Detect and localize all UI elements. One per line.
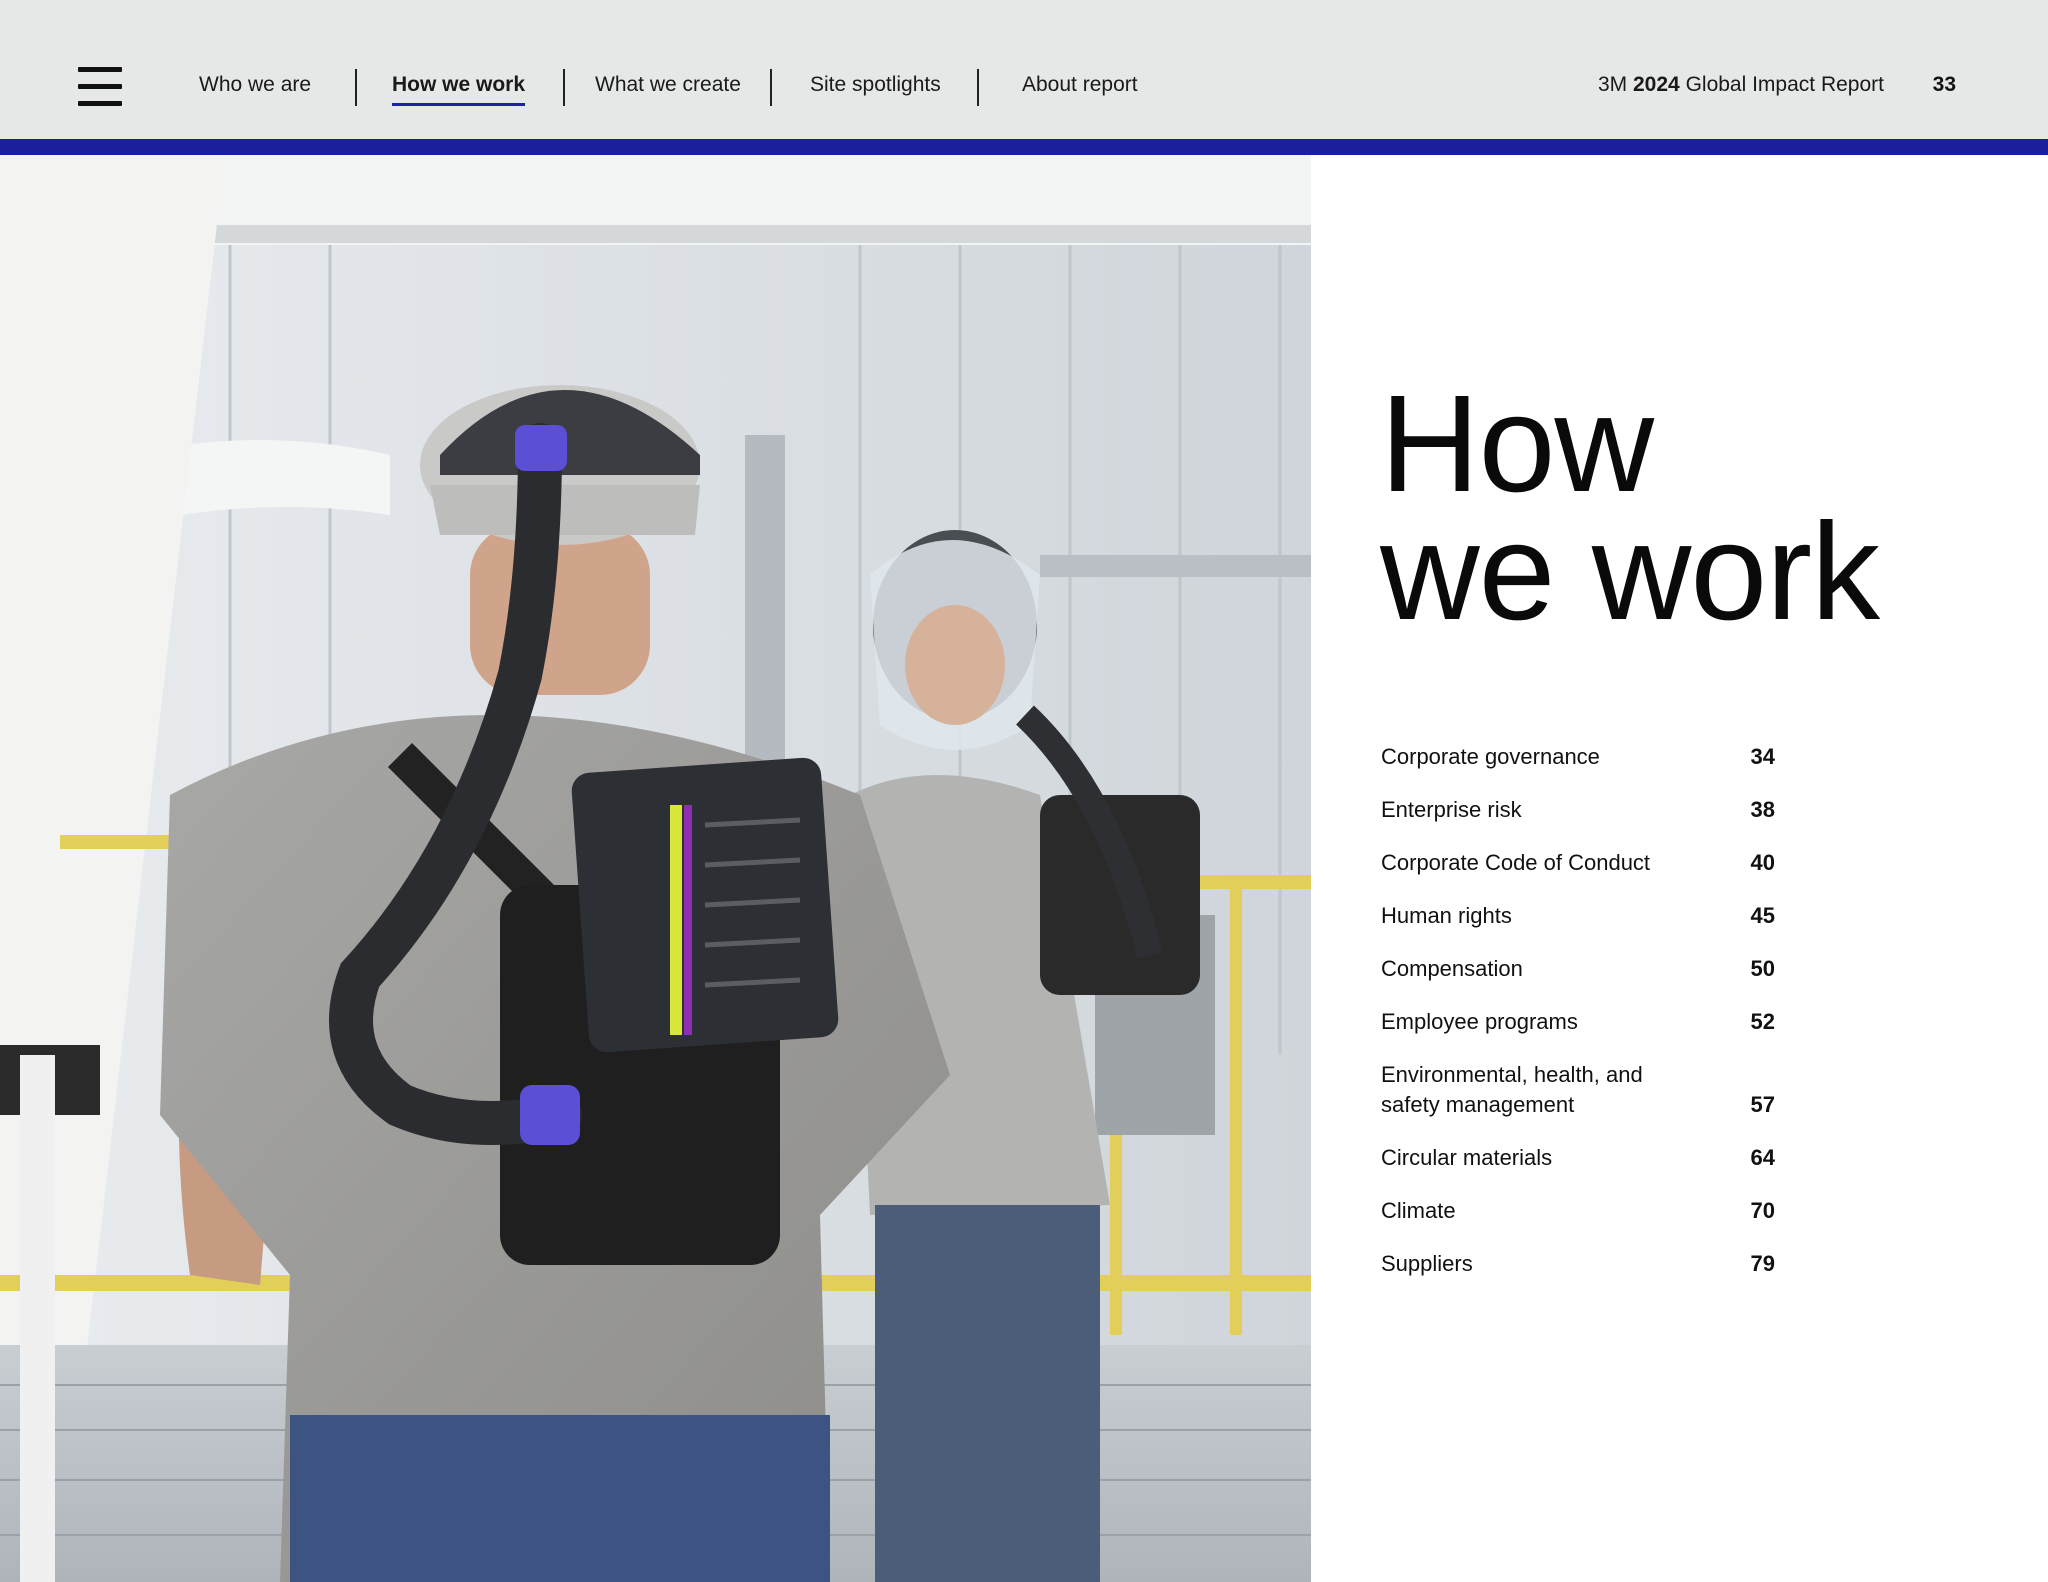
toc-item-label: Climate	[1381, 1198, 1456, 1223]
toc-item-page: 50	[1750, 956, 1775, 981]
workers-photo	[0, 155, 1311, 1582]
toc-item-page: 52	[1750, 1009, 1775, 1034]
toc-item-page: 45	[1750, 903, 1775, 928]
toc-item-code-of-conduct[interactable]: Corporate Code of Conduct 40	[1381, 848, 1801, 878]
toc-item-label: Employee programs	[1381, 1009, 1578, 1034]
nav-divider	[355, 69, 357, 106]
toc-item-employee-programs[interactable]: Employee programs 52	[1381, 1007, 1801, 1037]
nav-about-report[interactable]: About report	[1022, 70, 1138, 100]
toc-item-suppliers[interactable]: Suppliers 79	[1381, 1249, 1801, 1279]
active-nav-underline	[392, 103, 526, 106]
nav-how-we-work-label: How we work	[392, 73, 526, 96]
nav-what-we-create[interactable]: What we create	[595, 70, 741, 100]
toc-item-climate[interactable]: Climate 70	[1381, 1196, 1801, 1226]
toc-item-human-rights[interactable]: Human rights 45	[1381, 901, 1801, 931]
toc-item-page: 34	[1750, 744, 1775, 769]
toc-item-compensation[interactable]: Compensation 50	[1381, 954, 1801, 984]
section-title-line1: How	[1380, 367, 1654, 521]
table-of-contents: Corporate governance 34 Enterprise risk …	[1381, 742, 1801, 1302]
nav-who-we-are[interactable]: Who we are	[199, 70, 311, 100]
toc-item-label: Compensation	[1381, 956, 1523, 981]
toc-item-circular-materials[interactable]: Circular materials 64	[1381, 1143, 1801, 1173]
report-suffix: Global Impact Report	[1685, 73, 1884, 96]
toc-item-corporate-governance[interactable]: Corporate governance 34	[1381, 742, 1801, 772]
toc-item-label: Corporate Code of Conduct	[1381, 850, 1651, 875]
nav-divider	[770, 69, 772, 106]
page-number: 33	[1932, 73, 1956, 96]
toc-item-ehs-management[interactable]: Environmental, health, and safety manage…	[1381, 1060, 1801, 1120]
nav-divider	[977, 69, 979, 106]
nav-divider	[563, 69, 565, 106]
toc-item-label: Suppliers	[1381, 1251, 1473, 1276]
toc-item-enterprise-risk[interactable]: Enterprise risk 38	[1381, 795, 1801, 825]
toc-item-label: Human rights	[1381, 903, 1512, 928]
toc-item-label: Circular materials	[1381, 1145, 1553, 1170]
toc-item-page: 40	[1750, 850, 1775, 875]
toc-item-page: 70	[1750, 1198, 1775, 1223]
section-title: How we work	[1380, 367, 1880, 649]
toc-item-label: Environmental, health, and safety manage…	[1381, 1062, 1643, 1117]
hamburger-menu-icon[interactable]	[78, 67, 122, 107]
report-year: 2024	[1633, 73, 1680, 96]
section-title-line2: we work	[1380, 495, 1880, 649]
toc-item-page: 64	[1750, 1145, 1775, 1170]
top-navigation-bar: Who we are How we work What we create Si…	[0, 0, 2048, 139]
accent-bar	[0, 139, 2048, 155]
toc-item-label: Corporate governance	[1381, 744, 1600, 769]
toc-item-page: 38	[1750, 797, 1775, 822]
toc-item-label: Enterprise risk	[1381, 797, 1522, 822]
toc-item-page: 57	[1750, 1092, 1775, 1117]
nav-site-spotlights[interactable]: Site spotlights	[810, 70, 941, 100]
nav-how-we-work[interactable]: How we work	[392, 70, 526, 106]
report-title: 3M 2024 Global Impact Report	[1598, 70, 1884, 100]
toc-item-page: 79	[1750, 1251, 1775, 1276]
report-prefix: 3M	[1597, 73, 1628, 96]
